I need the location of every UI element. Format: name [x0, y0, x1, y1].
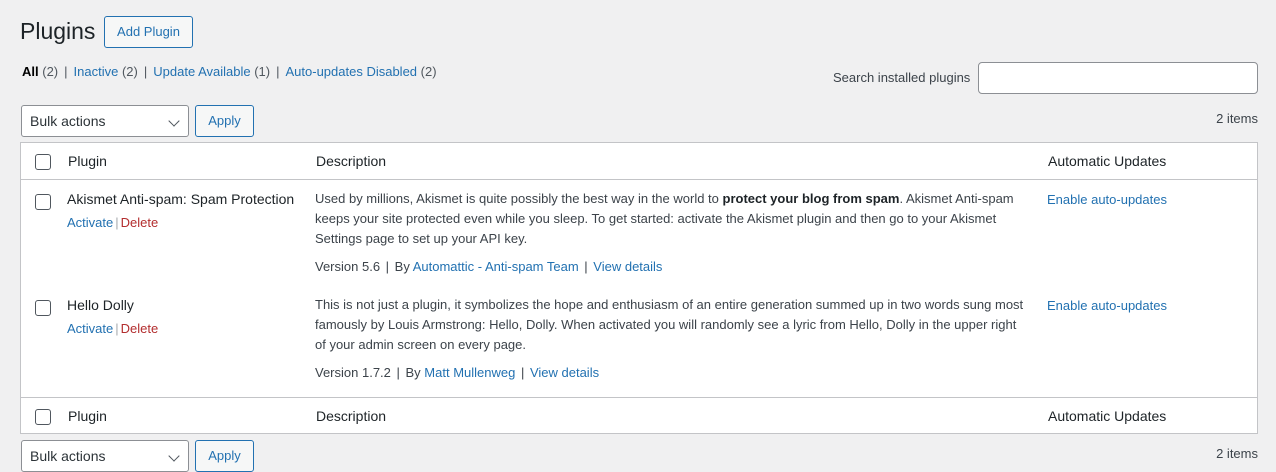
plugin-author-link[interactable]: Automattic - Anti-spam Team	[413, 259, 579, 274]
chevron-down-icon	[168, 115, 180, 127]
by-label: By	[405, 365, 421, 380]
filter-update-available[interactable]: Update Available	[153, 64, 250, 79]
table-header: Plugin Description Automatic Updates	[21, 143, 1257, 180]
filter-all[interactable]: All	[22, 64, 39, 79]
row-actions: Activate | Delete	[67, 215, 158, 230]
plugin-checkbox[interactable]	[35, 300, 51, 316]
delete-link[interactable]: Delete	[121, 215, 159, 230]
column-automatic-updates: Automatic Updates	[1048, 153, 1167, 169]
filter-inactive[interactable]: Inactive	[74, 64, 119, 79]
filter-separator: |	[64, 64, 68, 79]
column-plugin: Plugin	[68, 153, 107, 169]
action-separator: |	[115, 215, 119, 230]
plugin-name: Akismet Anti-spam: Spam Protection	[67, 191, 295, 207]
plugin-version: Version 5.6	[315, 259, 381, 274]
items-count-top: 2 items	[1216, 111, 1258, 126]
meta-separator: |	[392, 365, 404, 380]
chevron-down-icon	[168, 450, 180, 462]
bulk-actions-select-top[interactable]: Bulk actions	[21, 105, 189, 137]
apply-button-top[interactable]: Apply	[195, 105, 254, 137]
filter-auto-updates-disabled-count: (2)	[420, 64, 437, 79]
meta-separator: |	[382, 259, 393, 274]
column-automatic-updates: Automatic Updates	[1048, 408, 1167, 424]
view-details-link[interactable]: View details	[593, 259, 662, 274]
bulk-actions-select-bottom[interactable]: Bulk actions	[21, 440, 189, 472]
select-all-checkbox-footer[interactable]	[35, 409, 51, 425]
filter-separator: |	[276, 64, 280, 79]
plugin-author-link[interactable]: Matt Mullenweg	[424, 365, 515, 380]
table-row: Hello Dolly Activate | Delete This is not …	[21, 286, 1257, 392]
description-bold-text: protect your blog from spam	[722, 191, 900, 206]
row-actions: Activate | Delete	[67, 321, 158, 336]
activate-link[interactable]: Activate	[67, 215, 113, 230]
search-label: Search installed plugins	[833, 70, 971, 85]
enable-auto-updates-link[interactable]: Enable auto-updates	[1047, 298, 1167, 313]
filter-separator: |	[143, 64, 148, 79]
column-description: Description	[316, 408, 387, 424]
by-label: By	[394, 259, 410, 274]
page-title: Plugins	[20, 18, 96, 44]
plugin-description: This is not just a plugin, it symbolizes…	[315, 297, 1024, 352]
plugin-meta: Version 1.7.2 | By Matt Mullenweg | View…	[315, 365, 599, 380]
bulk-actions-selected: Bulk actions	[30, 448, 106, 464]
view-details-link[interactable]: View details	[530, 365, 599, 380]
filter-inactive-count: (2)	[121, 64, 138, 79]
filter-all-count: (2)	[42, 64, 59, 79]
column-description: Description	[316, 153, 387, 169]
add-plugin-button[interactable]: Add Plugin	[104, 16, 193, 48]
filter-auto-updates-disabled[interactable]: Auto-updates Disabled	[286, 64, 418, 79]
table-footer: Plugin Description Automatic Updates	[21, 397, 1257, 434]
column-plugin: Plugin	[68, 408, 107, 424]
plugin-description: Used by millions, Akismet is quite possi…	[315, 189, 1030, 249]
description-text: Used by millions, Akismet is quite possi…	[315, 191, 723, 206]
action-separator: |	[115, 321, 119, 336]
meta-separator: |	[580, 259, 592, 274]
filter-update-available-count: (1)	[254, 64, 271, 79]
plugins-table: Plugin Description Automatic Updates Aki…	[20, 142, 1258, 434]
plugin-checkbox[interactable]	[35, 194, 51, 210]
select-all-checkbox[interactable]	[35, 154, 51, 170]
bulk-actions-selected: Bulk actions	[30, 113, 106, 129]
apply-button-bottom[interactable]: Apply	[195, 440, 254, 472]
search-plugins-input[interactable]	[978, 62, 1258, 94]
table-row: Akismet Anti-spam: Spam Protection Activ…	[21, 180, 1257, 286]
meta-separator: |	[517, 365, 528, 380]
plugin-meta: Version 5.6 | By Automattic - Anti-spam …	[315, 259, 662, 274]
plugin-name: Hello Dolly	[67, 297, 134, 313]
enable-auto-updates-link[interactable]: Enable auto-updates	[1047, 192, 1167, 207]
activate-link[interactable]: Activate	[67, 321, 113, 336]
delete-link[interactable]: Delete	[121, 321, 159, 336]
plugin-version: Version 1.7.2	[315, 365, 391, 380]
plugin-filter-links: All (2) | Inactive (2) | Update Available (1…	[22, 64, 437, 80]
items-count-bottom: 2 items	[1216, 446, 1258, 461]
